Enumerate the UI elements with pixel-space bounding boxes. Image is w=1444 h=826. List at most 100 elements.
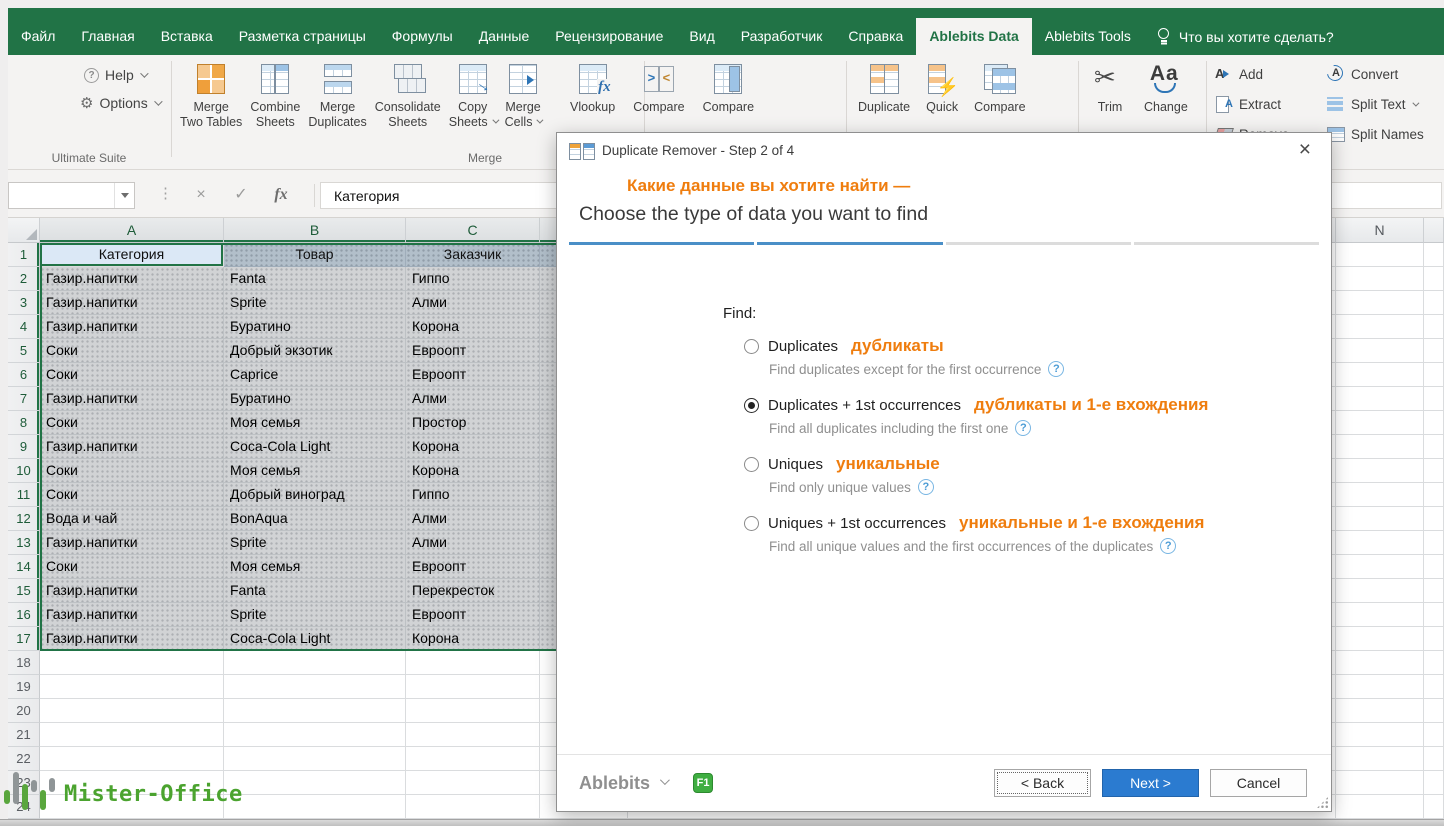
cell[interactable]: Заказчик xyxy=(406,243,540,267)
cell[interactable] xyxy=(1336,315,1424,339)
cell[interactable]: Простор xyxy=(406,411,540,435)
cell[interactable] xyxy=(406,795,540,819)
cell[interactable] xyxy=(224,699,406,723)
ribbon-tab[interactable]: Разметка страницы xyxy=(226,18,379,55)
cell[interactable] xyxy=(1424,747,1444,771)
column-header-a[interactable]: A xyxy=(40,218,224,243)
cell[interactable] xyxy=(1424,459,1444,483)
cell[interactable]: Fanta xyxy=(224,579,406,603)
row-header[interactable]: 7 xyxy=(8,387,40,411)
row-header[interactable]: 16 xyxy=(8,603,40,627)
cell[interactable]: Соки xyxy=(40,411,224,435)
cell[interactable] xyxy=(1424,795,1444,819)
ribbon-button[interactable]: Duplicate xyxy=(854,55,914,115)
cell[interactable]: Газир.напитки xyxy=(40,579,224,603)
find-option-row[interactable]: Uniques уникальные xyxy=(744,453,1208,475)
cell[interactable] xyxy=(1336,579,1424,603)
row-header[interactable]: 12 xyxy=(8,507,40,531)
ribbon-button[interactable]: Merge Two Tables xyxy=(176,55,246,129)
cell[interactable]: Моя семья xyxy=(224,411,406,435)
select-all-corner[interactable] xyxy=(8,218,40,243)
cell[interactable]: Газир.напитки xyxy=(40,627,224,651)
cell[interactable] xyxy=(1336,267,1424,291)
ribbon-button[interactable]: Merge Duplicates xyxy=(304,55,370,129)
ribbon-button[interactable]: Quick xyxy=(920,55,964,115)
ribbon-button[interactable]: Compare xyxy=(629,55,688,115)
cell[interactable] xyxy=(40,699,224,723)
ribbon-tab[interactable]: Вставка xyxy=(148,18,226,55)
ribbon-tab[interactable]: Формулы xyxy=(379,18,466,55)
cell[interactable] xyxy=(40,675,224,699)
cell[interactable] xyxy=(1424,387,1444,411)
cell[interactable]: Перекресток xyxy=(406,579,540,603)
cell[interactable] xyxy=(1424,579,1444,603)
find-option-row[interactable]: Uniques + 1st occurrences уникальные и 1… xyxy=(744,512,1208,534)
next-button[interactable]: Next > xyxy=(1102,769,1199,797)
ribbon-button[interactable]: Compare xyxy=(970,55,1029,115)
cell[interactable]: Алми xyxy=(406,291,540,315)
ribbon-button[interactable]: Trim xyxy=(1088,55,1132,115)
row-header[interactable]: 6 xyxy=(8,363,40,387)
column-header-n[interactable]: N xyxy=(1336,218,1424,243)
column-header-b[interactable]: B xyxy=(224,218,406,243)
cell[interactable]: Газир.напитки xyxy=(40,435,224,459)
cell[interactable]: Евроопт xyxy=(406,363,540,387)
row-header[interactable]: 5 xyxy=(8,339,40,363)
cell[interactable]: BonAqua xyxy=(224,507,406,531)
ribbon-button[interactable]: Add xyxy=(1214,63,1300,85)
cell[interactable] xyxy=(1424,267,1444,291)
cell[interactable]: Добрый виноград xyxy=(224,483,406,507)
cell[interactable]: Буратино xyxy=(224,387,406,411)
ribbon-tab[interactable]: Данные xyxy=(466,18,543,55)
cell[interactable] xyxy=(1424,675,1444,699)
cell[interactable] xyxy=(1424,363,1444,387)
cell[interactable]: Моя семья xyxy=(224,555,406,579)
cell[interactable] xyxy=(1336,459,1424,483)
row-header[interactable]: 2 xyxy=(8,267,40,291)
ribbon-button[interactable]: Split Names xyxy=(1326,123,1424,145)
cell[interactable] xyxy=(224,675,406,699)
cell[interactable] xyxy=(1336,747,1424,771)
cell[interactable] xyxy=(1424,243,1444,267)
row-header[interactable]: 8 xyxy=(8,411,40,435)
ribbon-button[interactable]: Extract xyxy=(1214,93,1300,115)
find-option-row[interactable]: Duplicates + 1st occurrences дубликаты и… xyxy=(744,394,1208,416)
cell[interactable] xyxy=(1424,507,1444,531)
row-header[interactable]: 19 xyxy=(8,675,40,699)
cell[interactable]: Газир.напитки xyxy=(40,603,224,627)
row-header[interactable]: 3 xyxy=(8,291,40,315)
cell[interactable] xyxy=(406,699,540,723)
cell[interactable]: Моя семья xyxy=(224,459,406,483)
cell[interactable] xyxy=(1336,507,1424,531)
cell[interactable] xyxy=(1336,723,1424,747)
cell[interactable] xyxy=(1336,291,1424,315)
cell[interactable] xyxy=(1424,723,1444,747)
cell[interactable] xyxy=(406,651,540,675)
cell[interactable]: Гиппо xyxy=(406,483,540,507)
radio-button[interactable] xyxy=(744,516,759,531)
cell[interactable] xyxy=(1336,627,1424,651)
cell[interactable]: Соки xyxy=(40,363,224,387)
cell[interactable]: Sprite xyxy=(224,603,406,627)
ribbon-tab[interactable]: Вид xyxy=(676,18,727,55)
ribbon-tab[interactable]: Рецензирование xyxy=(542,18,676,55)
cell[interactable]: Соки xyxy=(40,483,224,507)
cell[interactable]: Газир.напитки xyxy=(40,387,224,411)
cell[interactable] xyxy=(224,651,406,675)
cell[interactable]: Соки xyxy=(40,459,224,483)
cell[interactable] xyxy=(1424,315,1444,339)
ribbon-button[interactable]: Compare xyxy=(699,55,758,115)
ribbon-button[interactable]: Consolidate Sheets xyxy=(371,55,445,129)
cell[interactable]: Корона xyxy=(406,435,540,459)
ribbon-tab[interactable]: Справка xyxy=(835,18,916,55)
cell[interactable]: Вода и чай xyxy=(40,507,224,531)
cell[interactable] xyxy=(1424,411,1444,435)
cell[interactable]: Алми xyxy=(406,507,540,531)
cell[interactable]: Буратино xyxy=(224,315,406,339)
cell[interactable] xyxy=(1424,555,1444,579)
cell[interactable] xyxy=(1336,411,1424,435)
cell[interactable] xyxy=(406,723,540,747)
cell[interactable]: Добрый экзотик xyxy=(224,339,406,363)
row-header[interactable]: 13 xyxy=(8,531,40,555)
radio-button[interactable] xyxy=(744,339,759,354)
